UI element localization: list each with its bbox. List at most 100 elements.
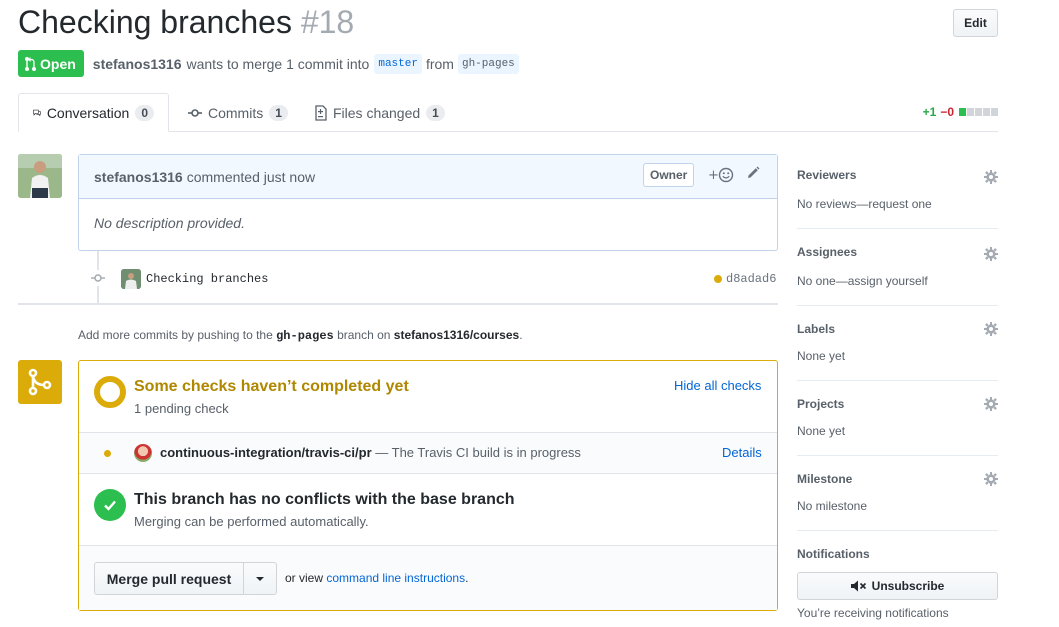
sidebar-value: None yet	[797, 424, 846, 438]
pending-status-icon[interactable]	[714, 275, 722, 283]
sidebar-milestone: Milestone No milestone	[797, 456, 998, 531]
sidebar-heading[interactable]: Labels	[797, 322, 835, 336]
conflicts-title: This branch has no conflicts with the ba…	[134, 491, 515, 508]
from-label: from	[425, 55, 454, 72]
tab-counter: 1	[269, 104, 288, 121]
checks-summary: Some checks haven’t completed yet 1 pend…	[79, 361, 777, 433]
sidebar-labels: Labels None yet	[797, 306, 998, 381]
comment-author[interactable]: stefanos1316	[94, 169, 183, 185]
edit-comment-button[interactable]	[746, 166, 760, 183]
merge-pull-request-button[interactable]: Merge pull request	[94, 562, 244, 595]
tab-label: Conversation	[46, 104, 130, 121]
gear-icon[interactable]	[984, 322, 998, 336]
commit-sha-link[interactable]: d8adad6	[726, 272, 776, 286]
diffstat-block	[967, 108, 974, 116]
commit-message-link[interactable]: Checking branches	[146, 272, 268, 286]
cli-hint: or view command line instructions.	[285, 571, 468, 585]
sidebar-reviewers: Reviewers No reviews—request one	[797, 154, 998, 229]
pending-icon	[94, 376, 126, 408]
diffstat-blocks	[958, 105, 998, 119]
cli-hint-suffix: .	[465, 571, 469, 585]
tab-conversation[interactable]: Conversation 0	[18, 93, 169, 132]
smiley-icon: +	[708, 167, 734, 183]
edit-button[interactable]: Edit	[953, 9, 998, 37]
travis-ci-avatar	[134, 444, 152, 462]
tab-files-changed[interactable]: Files changed 1	[315, 93, 445, 132]
commit-author-avatar[interactable]	[121, 269, 141, 289]
pending-status-icon	[104, 450, 111, 457]
pr-summary: wants to merge 1 commit into	[186, 55, 370, 72]
tab-label: Commits	[208, 104, 264, 121]
merge-box: Some checks haven’t completed yet 1 pend…	[78, 360, 778, 611]
push-hint-repo: stefanos1316/courses	[393, 328, 520, 342]
mute-icon	[850, 580, 866, 592]
tab-commits[interactable]: Commits 1	[188, 93, 288, 132]
sidebar-heading[interactable]: Reviewers	[797, 168, 856, 182]
tab-label: Files changed	[333, 104, 421, 121]
push-hint-middle: branch on	[337, 328, 391, 342]
diffstat-additions: +1	[922, 105, 937, 119]
gear-icon[interactable]	[984, 397, 998, 411]
sidebar-heading[interactable]: Milestone	[797, 472, 852, 486]
diffstat-block	[991, 108, 998, 116]
head-branch[interactable]: gh-pages	[457, 53, 519, 74]
sidebar-value: No milestone	[797, 499, 868, 513]
diffstat-block	[975, 108, 982, 116]
comment-box: stefanos1316 commented just now Owner + …	[78, 154, 778, 251]
diffstat-block	[959, 108, 966, 116]
gear-icon[interactable]	[984, 247, 998, 261]
checks-title: Some checks haven’t completed yet	[134, 378, 409, 395]
check-item: continuous-integration/travis-ci/pr — Th…	[79, 433, 777, 474]
notifications-heading: Notifications	[797, 547, 870, 561]
author-avatar[interactable]	[18, 154, 62, 198]
pr-number: #18	[300, 4, 355, 40]
pencil-icon	[748, 166, 760, 178]
comment-body: No description provided.	[94, 215, 245, 231]
sidebar-heading[interactable]: Assignees	[797, 245, 857, 259]
pr-author-link[interactable]: stefanos1316	[93, 56, 182, 72]
checks-subtitle: 1 pending check	[134, 401, 229, 416]
diffstat-deletions: −0	[940, 105, 954, 119]
comment-time[interactable]: commented just now	[187, 169, 315, 185]
sidebar-value[interactable]: No one—assign yourself	[797, 274, 928, 288]
unsubscribe-label: Unsubscribe	[871, 579, 945, 593]
file-diff-icon	[315, 104, 327, 121]
git-merge-icon	[18, 360, 62, 404]
conflicts-status: This branch has no conflicts with the ba…	[79, 474, 777, 546]
sidebar-value[interactable]: No reviews—request one	[797, 197, 932, 211]
sidebar-assignees: Assignees No one—assign yourself	[797, 229, 998, 306]
hide-checks-link[interactable]: Hide all checks	[674, 378, 761, 393]
cli-hint-prefix: or view	[285, 571, 324, 585]
sidebar-heading[interactable]: Projects	[797, 397, 844, 411]
push-hint-suffix: .	[519, 328, 523, 342]
diffstat[interactable]: +1 −0	[923, 105, 998, 119]
comment-header: stefanos1316 commented just now Owner +	[79, 155, 777, 199]
state-badge: Open	[18, 50, 84, 77]
check-icon	[94, 489, 126, 521]
gear-icon[interactable]	[984, 472, 998, 486]
diffstat-block	[983, 108, 990, 116]
tab-counter: 1	[426, 104, 445, 121]
comment-discussion-icon	[33, 109, 41, 116]
unsubscribe-button[interactable]: Unsubscribe	[797, 572, 998, 600]
git-commit-icon	[90, 270, 106, 286]
command-line-instructions-link[interactable]: command line instructions	[326, 571, 465, 585]
push-hint-prefix: Add more commits by pushing to the	[78, 328, 273, 342]
pr-title-text: Checking branches	[18, 4, 292, 40]
pr-tabs: Conversation 0 Commits 1 Files changed 1…	[18, 93, 998, 132]
git-commit-icon	[188, 108, 202, 117]
add-reaction-button[interactable]: +	[708, 167, 734, 186]
check-details-link[interactable]: Details	[722, 445, 762, 460]
pr-title: Checking branches #18	[18, 4, 354, 41]
gear-icon[interactable]	[984, 170, 998, 184]
timeline-separator	[18, 303, 778, 305]
conflicts-subtitle: Merging can be performed automatically.	[134, 514, 369, 529]
merge-method-dropdown[interactable]	[243, 562, 277, 595]
push-hint-branch: gh-pages	[276, 329, 334, 343]
notifications-note: You’re receiving notifications	[797, 606, 949, 620]
check-description: — The Travis CI build is in progress	[375, 445, 581, 460]
base-branch[interactable]: master	[374, 53, 422, 74]
svg-text:+: +	[708, 168, 719, 183]
sidebar-value: None yet	[797, 349, 846, 363]
check-context: continuous-integration/travis-ci/pr	[160, 445, 372, 460]
